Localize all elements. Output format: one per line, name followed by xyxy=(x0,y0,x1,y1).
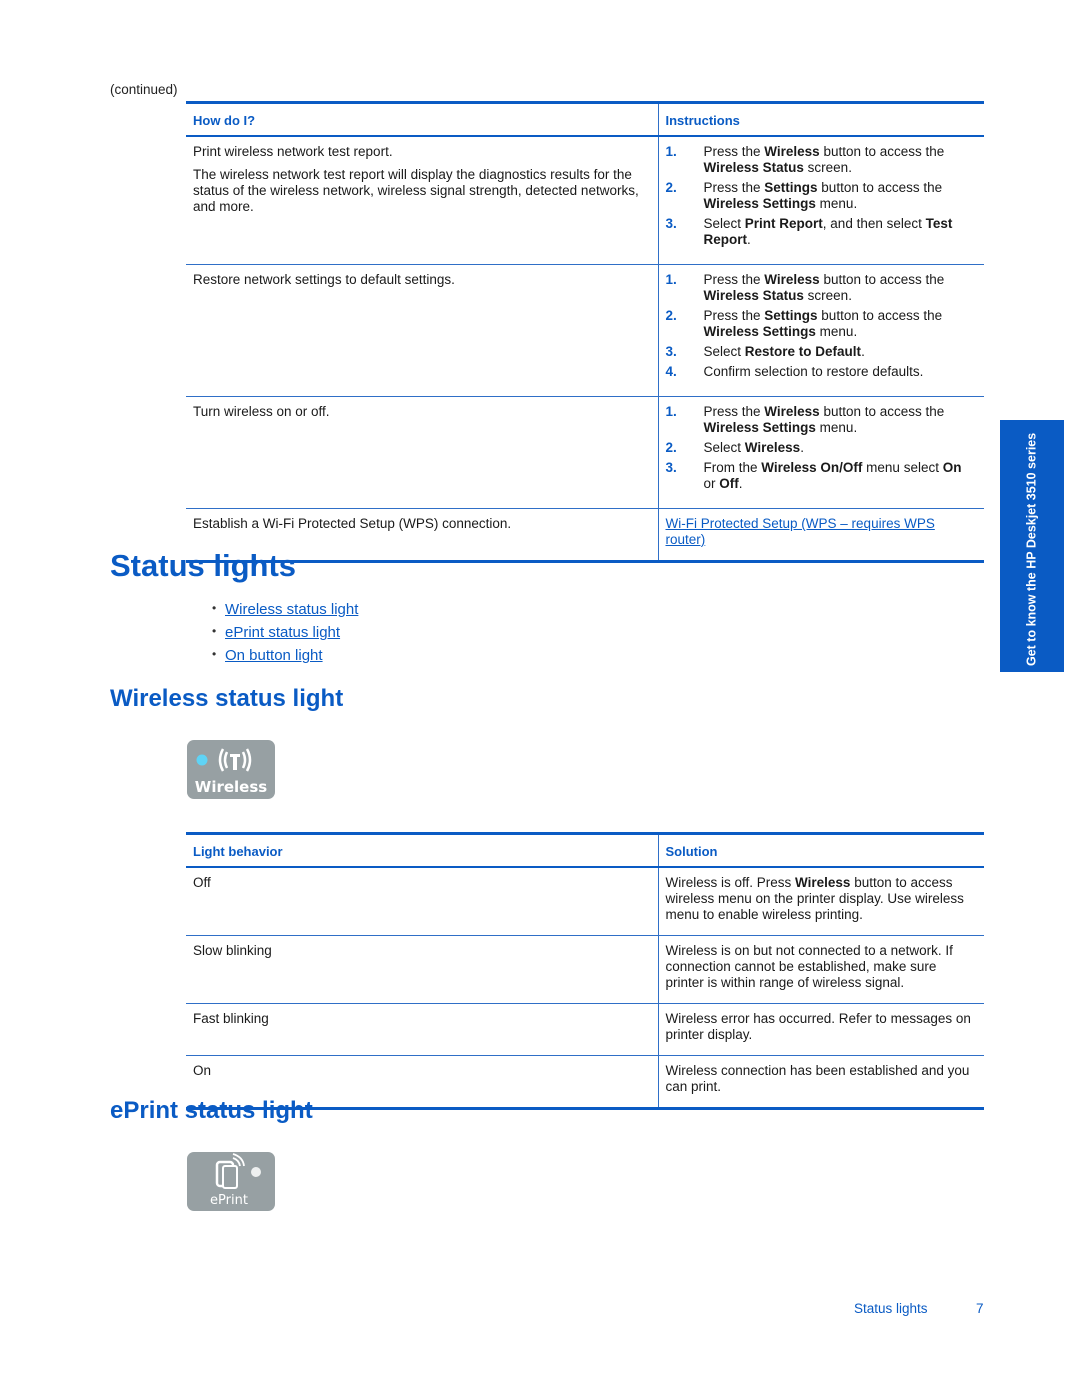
instructions-cell: Wi-Fi Protected Setup (WPS – requires WP… xyxy=(658,508,984,563)
step-text: Press the Wireless button to access the … xyxy=(703,144,945,175)
eprint-panel-image: ePrint xyxy=(187,1152,275,1211)
light-behavior-cell: Off xyxy=(186,867,659,936)
step-number: 2. xyxy=(665,440,677,455)
step-number: 1. xyxy=(665,272,677,287)
eprint-icon: ePrint xyxy=(210,1153,261,1208)
toc-link-on-button[interactable]: On button light xyxy=(225,647,323,670)
step-item: 2. Press the Settings button to access th… xyxy=(666,308,978,340)
table-row: Restore network settings to default sett… xyxy=(186,264,984,397)
header-how-do-i: How do I? xyxy=(186,101,659,137)
toc-link-wireless[interactable]: Wireless status light xyxy=(225,601,358,624)
step-number: 3. xyxy=(665,460,677,475)
table-row: Print wireless network test report. The w… xyxy=(186,136,984,265)
step-number: 2. xyxy=(665,180,677,195)
toc-item: • Wireless status light xyxy=(212,601,358,624)
footer-section-name: Status lights xyxy=(854,1301,928,1316)
instructions-cell: 1. Press the Wireless button to access th… xyxy=(658,264,984,397)
step-text: Press the Settings button to access the … xyxy=(703,180,943,211)
step-number: 1. xyxy=(665,144,677,159)
toc-item: • On button light xyxy=(212,647,358,670)
table-row: Slow blinking Wireless is on but not conn… xyxy=(186,935,984,1004)
header-instructions: Instructions xyxy=(658,101,984,137)
steps-list: 1. Press the Wireless button to access th… xyxy=(666,404,978,492)
chapter-side-tab: Get to know the HP Deskjet 3510 series xyxy=(1000,420,1064,672)
solution-cell: Wireless error has occurred. Refer to me… xyxy=(658,1003,984,1056)
table-row: Fast blinking Wireless error has occurred… xyxy=(186,1003,984,1056)
svg-text:Wireless: Wireless xyxy=(195,778,268,796)
task-text: The wireless network test report will di… xyxy=(193,167,639,214)
toc-list: • Wireless status light • ePrint status li… xyxy=(212,601,358,670)
task-cell: Print wireless network test report. The w… xyxy=(186,136,659,265)
step-item: 1. Press the Wireless button to access th… xyxy=(666,144,978,176)
toc-link-eprint[interactable]: ePrint status light xyxy=(225,624,340,647)
svg-text:ePrint: ePrint xyxy=(210,1193,248,1208)
chapter-side-tab-label: Get to know the HP Deskjet 3510 series xyxy=(1024,432,1039,666)
step-text: Confirm selection to restore defaults. xyxy=(703,364,924,379)
toc-item: • ePrint status light xyxy=(212,624,358,647)
table-row: Turn wireless on or off. 1. Press the Wire… xyxy=(186,396,984,509)
wireless-icon: Wireless xyxy=(195,748,268,796)
task-text: Restore network settings to default sett… xyxy=(193,272,455,287)
how-do-i-table: How do I? Instructions Print wireless ne… xyxy=(186,101,984,563)
step-item: 1. Press the Wireless button to access th… xyxy=(666,272,978,304)
step-number: 1. xyxy=(665,404,677,419)
task-text: Establish a Wi-Fi Protected Setup (WPS) … xyxy=(193,516,512,531)
wireless-light-table: Light behavior Solution Off Wireless is o… xyxy=(186,832,984,1110)
step-number: 2. xyxy=(665,308,677,323)
page-number: 7 xyxy=(976,1301,984,1316)
light-behavior-cell: Slow blinking xyxy=(186,935,659,1004)
task-text: Print wireless network test report. xyxy=(193,144,393,159)
wireless-section-title: Wireless status light xyxy=(110,685,344,712)
steps-list: 1. Press the Wireless button to access th… xyxy=(666,272,978,380)
eprint-section-title: ePrint status light xyxy=(110,1097,313,1124)
step-item: 2. Select Wireless. xyxy=(666,440,978,456)
step-text: Select Print Report, and then select Tes… xyxy=(703,216,953,247)
step-text: Press the Settings button to access the … xyxy=(703,308,943,339)
instructions-cell: 1. Press the Wireless button to access th… xyxy=(658,396,984,509)
continued-label: (continued) xyxy=(110,82,178,97)
step-item: 2. Press the Settings button to access th… xyxy=(666,180,978,212)
step-item: 1. Press the Wireless button to access th… xyxy=(666,404,978,436)
step-item: 3. Select Print Report, and then select T… xyxy=(666,216,978,248)
solution-cell: Wireless connection has been established… xyxy=(658,1055,984,1110)
solution-cell: Wireless is on but not connected to a ne… xyxy=(658,935,984,1004)
step-item: 3. From the Wireless On/Off menu select O… xyxy=(666,460,978,492)
wireless-panel-image: Wireless xyxy=(187,740,275,799)
solution-cell: Wireless is off. Press Wireless button t… xyxy=(658,867,984,936)
header-solution: Solution xyxy=(658,832,984,868)
step-text: Select Wireless. xyxy=(703,440,804,455)
step-number: 3. xyxy=(665,344,677,359)
step-text: Select Restore to Default. xyxy=(703,344,865,359)
step-text: From the Wireless On/Off menu select On … xyxy=(703,460,962,491)
page-title: Status lights xyxy=(110,548,297,583)
table-row: Establish a Wi-Fi Protected Setup (WPS) … xyxy=(186,508,984,563)
wps-setup-link[interactable]: Wi-Fi Protected Setup (WPS – requires WP… xyxy=(666,516,935,547)
steps-list: 1. Press the Wireless button to access th… xyxy=(666,144,978,248)
step-number: 3. xyxy=(665,216,677,231)
instructions-cell: 1. Press the Wireless button to access th… xyxy=(658,136,984,265)
step-item: 3. Select Restore to Default. xyxy=(666,344,978,360)
light-behavior-cell: Fast blinking xyxy=(186,1003,659,1056)
header-light-behavior: Light behavior xyxy=(186,832,659,868)
task-cell: Turn wireless on or off. xyxy=(186,396,659,509)
step-text: Press the Wireless button to access the … xyxy=(703,404,945,435)
task-text: Turn wireless on or off. xyxy=(193,404,330,419)
task-cell: Restore network settings to default sett… xyxy=(186,264,659,397)
step-item: 4. Confirm selection to restore defaults. xyxy=(666,364,978,380)
table-row: Off Wireless is off. Press Wireless butto… xyxy=(186,867,984,936)
step-number: 4. xyxy=(665,364,677,379)
step-text: Press the Wireless button to access the … xyxy=(703,272,945,303)
